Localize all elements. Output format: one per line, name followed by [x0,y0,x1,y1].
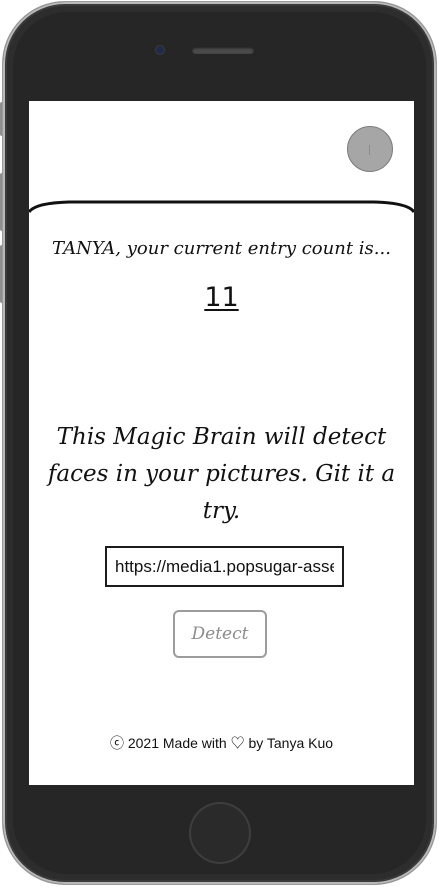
avatar-detail [369,145,370,155]
header-curve-divider [29,200,414,213]
detect-button[interactable]: Detect [173,610,267,658]
image-url-input[interactable] [105,546,344,587]
entry-count: 11 [29,282,414,313]
intro-text: This Magic Brain will detect faces in yo… [47,424,396,524]
profile-avatar-icon[interactable] [347,126,393,172]
footer-credit: ⓒ 2021 Made with ♡ by Tanya Kuo [109,735,334,751]
entry-count-label: TANYA, your current entry count is... [52,238,391,259]
app-screen: TANYA, your current entry count is... 11… [29,101,414,785]
device-mockup: TANYA, your current entry count is... 11… [0,0,439,887]
earpiece-speaker [192,47,254,54]
home-button [191,804,249,862]
entry-count-value: 11 [204,282,239,313]
front-camera-icon [156,46,164,54]
